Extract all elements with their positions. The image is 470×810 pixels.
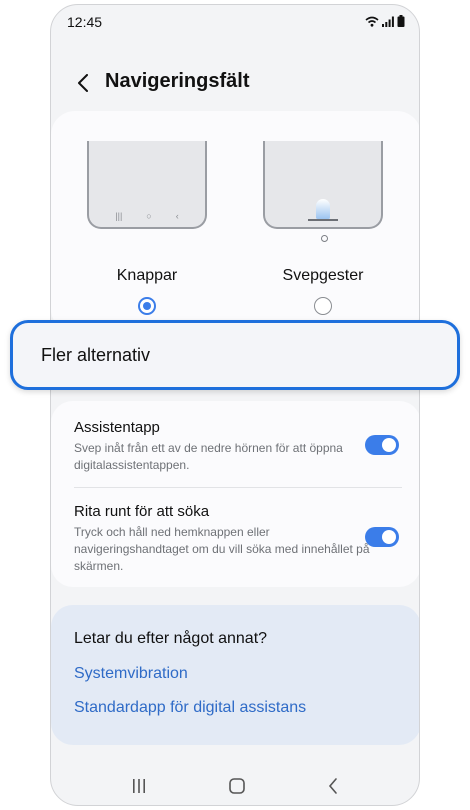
divider bbox=[74, 487, 402, 488]
chevron-left-icon bbox=[78, 74, 88, 92]
toggle-circle-to-search[interactable] bbox=[365, 527, 399, 547]
navigation-type-card: ||| ○ ‹ Knappar Svepgester bbox=[51, 111, 419, 333]
gesture-handle-icon bbox=[316, 199, 330, 219]
toggle-assistant-app[interactable] bbox=[365, 435, 399, 455]
signal-icon bbox=[382, 16, 394, 27]
status-time: 12:45 bbox=[67, 14, 103, 30]
buttons-preview[interactable]: ||| ○ ‹ bbox=[87, 141, 207, 229]
option-label-swipe-gestures: Svepgester bbox=[282, 267, 364, 284]
gesture-bar-icon bbox=[308, 219, 338, 221]
option-label-buttons: Knappar bbox=[116, 267, 178, 284]
settings-card: Assistentapp Svep inåt från ett av de ne… bbox=[51, 401, 419, 587]
setting-circle-to-search[interactable]: Rita runt för att söka Tryck och håll ne… bbox=[74, 503, 374, 575]
link-default-digital-assistant[interactable]: Standardapp för digital assistans bbox=[74, 699, 306, 717]
setting-assistant-app[interactable]: Assistentapp Svep inåt från ett av de ne… bbox=[74, 419, 374, 474]
suggestions-card: Letar du efter något annat? Systemvibrat… bbox=[51, 605, 419, 745]
back-icon: ‹ bbox=[175, 211, 179, 221]
wifi-icon bbox=[365, 16, 379, 27]
back-icon[interactable] bbox=[327, 777, 339, 795]
setting-title: Rita runt för att söka bbox=[74, 503, 210, 520]
more-options-label: Fler alternativ bbox=[41, 345, 151, 365]
home-icon: ○ bbox=[146, 211, 152, 221]
status-bar: 12:45 bbox=[51, 5, 419, 39]
swipe-gestures-preview[interactable] bbox=[263, 141, 383, 229]
recent-apps-icon: ||| bbox=[115, 211, 123, 221]
suggestions-title: Letar du efter något annat? bbox=[74, 630, 268, 647]
battery-icon bbox=[397, 15, 405, 27]
status-icons bbox=[365, 15, 405, 27]
header: Navigeringsfält bbox=[51, 61, 419, 105]
setting-description: Svep inåt från ett av de nedre hörnen fö… bbox=[74, 441, 343, 472]
phone-screen: 12:45 Navigeringsfält ||| ○ ‹ Knappar Sv… bbox=[50, 4, 420, 806]
preview-nav-buttons: ||| ○ ‹ bbox=[89, 211, 205, 221]
home-icon[interactable] bbox=[228, 777, 246, 795]
recent-apps-icon[interactable] bbox=[131, 778, 147, 794]
radio-swipe-gestures[interactable] bbox=[314, 297, 332, 315]
gesture-hint-dot-icon bbox=[321, 235, 328, 242]
radio-buttons[interactable] bbox=[138, 297, 156, 315]
system-navigation-bar bbox=[51, 765, 419, 805]
more-options-button[interactable]: Fler alternativ bbox=[10, 320, 460, 390]
page-title: Navigeringsfält bbox=[105, 70, 250, 92]
back-button[interactable] bbox=[69, 69, 97, 97]
setting-title: Assistentapp bbox=[74, 419, 160, 436]
link-system-vibration[interactable]: Systemvibration bbox=[74, 665, 188, 683]
setting-description: Tryck och håll ned hemknappen eller navi… bbox=[74, 525, 370, 573]
